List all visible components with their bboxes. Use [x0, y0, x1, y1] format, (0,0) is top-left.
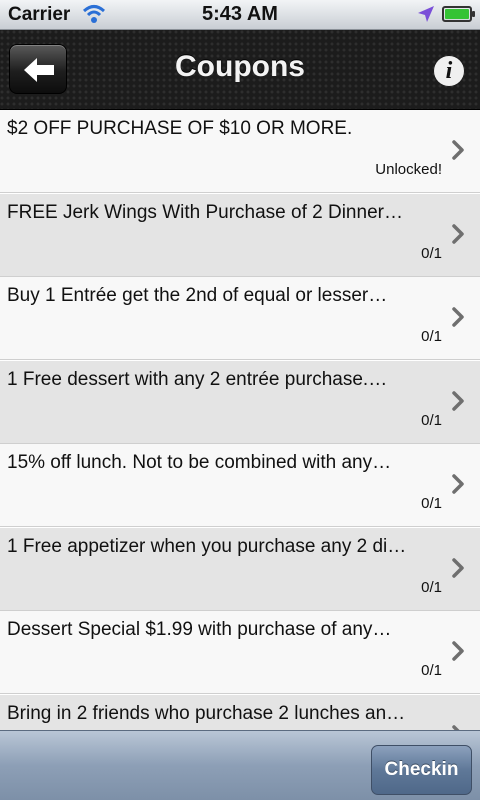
coupon-list: $2 OFF PURCHASE OF $10 OR MORE. Unlocked!… [0, 110, 480, 730]
coupon-title: Bring in 2 friends who purchase 2 lunche… [7, 703, 406, 724]
coupon-title: Dessert Special $1.99 with purchase of a… [7, 619, 392, 640]
info-icon: i [445, 58, 453, 84]
coupon-row[interactable]: 1 Free appetizer when you purchase any 2… [0, 528, 480, 611]
coupon-title: $2 OFF PURCHASE OF $10 OR MORE. [7, 118, 353, 139]
coupon-status: 0/1 [421, 662, 442, 679]
chevron-right-icon [452, 391, 464, 411]
coupon-row[interactable]: Bring in 2 friends who purchase 2 lunche… [0, 695, 480, 730]
chevron-right-icon [452, 641, 464, 661]
chevron-right-icon [452, 558, 464, 578]
page-title: Coupons [175, 50, 305, 83]
battery-level-fill [445, 9, 469, 19]
chevron-right-icon [452, 224, 464, 244]
battery-icon [442, 6, 475, 22]
status-time: 5:43 AM [202, 3, 278, 25]
coupon-row[interactable]: 15% off lunch. Not to be combined with a… [0, 444, 480, 527]
coupon-status: 0/1 [421, 579, 442, 596]
chevron-right-icon [452, 307, 464, 327]
coupon-row[interactable]: FREE Jerk Wings With Purchase of 2 Dinne… [0, 194, 480, 277]
navigation-bar: Coupons i [0, 30, 480, 110]
checkin-button[interactable]: Checkin [371, 745, 472, 795]
coupon-status: 0/1 [421, 328, 442, 345]
bottom-toolbar: Checkin [0, 730, 480, 800]
coupon-title: Buy 1 Entrée get the 2nd of equal or les… [7, 285, 388, 306]
info-button[interactable]: i [434, 56, 464, 86]
coupon-status: 0/1 [421, 245, 442, 262]
coupon-status: 0/1 [421, 412, 442, 429]
location-arrow-icon [418, 6, 434, 22]
chevron-right-icon [452, 474, 464, 494]
coupon-row[interactable]: Dessert Special $1.99 with purchase of a… [0, 611, 480, 694]
coupon-title: 1 Free dessert with any 2 entrée purchas… [7, 369, 388, 390]
status-bar: Carrier 5:43 AM [0, 0, 480, 30]
coupon-row[interactable]: Buy 1 Entrée get the 2nd of equal or les… [0, 277, 480, 360]
coupon-title: FREE Jerk Wings With Purchase of 2 Dinne… [7, 202, 403, 223]
coupon-row[interactable]: 1 Free dessert with any 2 entrée purchas… [0, 361, 480, 444]
coupon-title: 15% off lunch. Not to be combined with a… [7, 452, 392, 473]
coupon-status: Unlocked! [375, 161, 442, 178]
coupon-status: 0/1 [421, 495, 442, 512]
chevron-right-icon [452, 140, 464, 160]
coupon-title: 1 Free appetizer when you purchase any 2… [7, 536, 407, 557]
coupon-row[interactable]: $2 OFF PURCHASE OF $10 OR MORE. Unlocked! [0, 110, 480, 193]
